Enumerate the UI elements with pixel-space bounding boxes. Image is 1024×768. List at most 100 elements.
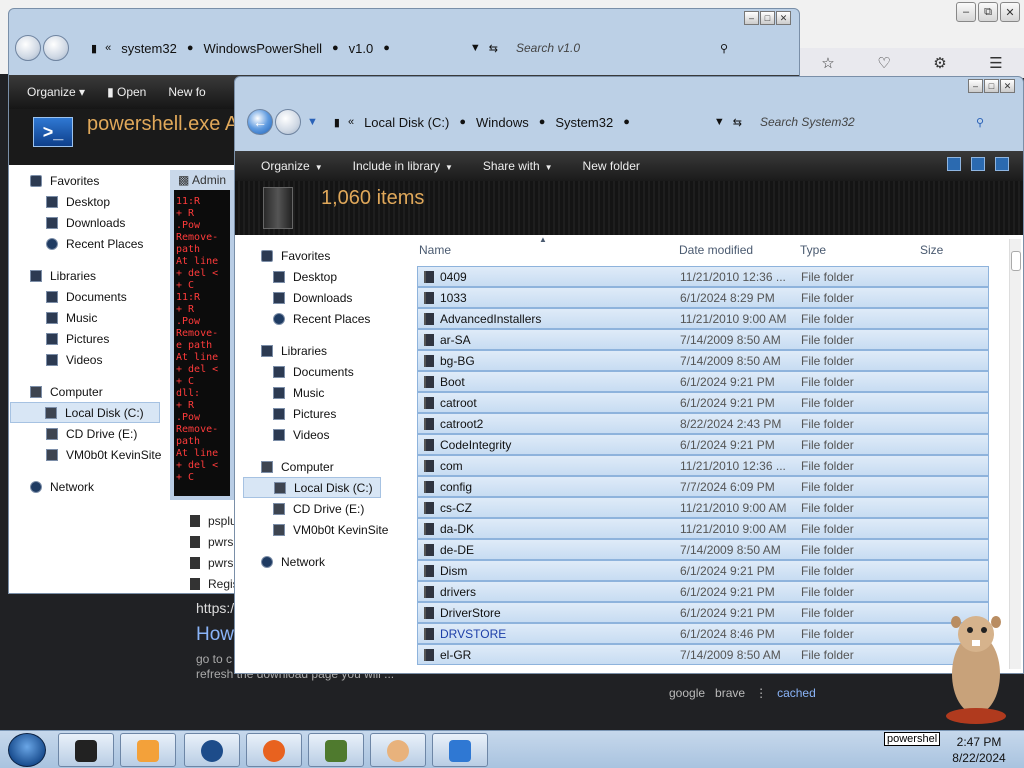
nav-downloads[interactable]: Downloads <box>18 212 161 233</box>
table-row[interactable]: catroot 6/1/2024 9:21 PM File folder <box>417 392 989 413</box>
table-row[interactable]: de-DE 7/14/2009 8:50 AM File folder <box>417 539 989 560</box>
search-result-url[interactable]: https:/ <box>196 600 234 616</box>
maximize-button[interactable]: □ <box>984 79 999 93</box>
breadcrumb-item[interactable]: Local Disk (C:) <box>364 115 449 130</box>
list-item[interactable]: psplu <box>190 510 239 531</box>
nav-music[interactable]: Music <box>18 307 161 328</box>
refresh-icon[interactable]: ⇆ <box>489 42 498 55</box>
nav-computer[interactable]: Computer <box>261 456 388 477</box>
breadcrumb-separator[interactable]: ● <box>539 116 546 128</box>
breadcrumb-item[interactable]: v1.0 <box>349 41 374 56</box>
table-row[interactable]: 0409 11/21/2010 12:36 ... File folder <box>417 266 989 287</box>
nav-music[interactable]: Music <box>261 382 388 403</box>
maximize-button[interactable]: □ <box>760 11 775 25</box>
breadcrumb-overflow[interactable]: « <box>105 42 111 54</box>
table-row[interactable]: 1033 6/1/2024 8:29 PM File folder <box>417 287 989 308</box>
menu-icon[interactable]: ☰ <box>989 54 1002 72</box>
table-row[interactable]: config 7/7/2024 6:09 PM File folder <box>417 476 989 497</box>
back-button[interactable]: ← <box>247 109 273 135</box>
breadcrumb-item[interactable]: System32 <box>555 115 613 130</box>
column-size[interactable]: Size <box>920 243 943 257</box>
forward-button[interactable] <box>43 35 69 61</box>
nav-pictures[interactable]: Pictures <box>261 403 388 424</box>
nav-downloads[interactable]: Downloads <box>261 287 388 308</box>
history-dropdown-icon[interactable]: ▼ <box>714 116 725 128</box>
taskbar-app-minecraft[interactable] <box>308 733 364 767</box>
nav-favorites[interactable]: Favorites <box>261 245 388 266</box>
table-row[interactable]: cs-CZ 11/21/2010 9:00 AM File folder <box>417 497 989 518</box>
nav-cd-drive[interactable]: CD Drive (E:) <box>18 423 161 444</box>
list-item[interactable]: pwrs <box>190 531 239 552</box>
nav-computer[interactable]: Computer <box>18 381 161 402</box>
back-button[interactable] <box>15 35 41 61</box>
breadcrumb-separator[interactable]: ● <box>623 116 630 128</box>
table-row[interactable]: DriverStore 6/1/2024 9:21 PM File folder <box>417 602 989 623</box>
new-folder-button[interactable]: New fo <box>168 85 205 99</box>
nav-recent-places[interactable]: Recent Places <box>261 308 388 329</box>
taskbar-app-powershell[interactable] <box>432 733 488 767</box>
nav-desktop[interactable]: Desktop <box>261 266 388 287</box>
search-icon[interactable]: ⚲ <box>976 116 984 129</box>
nav-network-share[interactable]: VM0b0t KevinSite <box>261 519 388 540</box>
nav-libraries[interactable]: Libraries <box>18 265 161 286</box>
table-row[interactable]: drivers 6/1/2024 9:21 PM File folder <box>417 581 989 602</box>
table-row[interactable]: Dism 6/1/2024 9:21 PM File folder <box>417 560 989 581</box>
help-icon[interactable] <box>995 157 1009 171</box>
minimize-button[interactable]: – <box>956 2 976 22</box>
brave-link[interactable]: brave <box>715 686 745 700</box>
breadcrumb-item[interactable]: WindowsPowerShell <box>203 41 322 56</box>
taskbar-app-user[interactable] <box>370 733 426 767</box>
scrollbar-thumb[interactable] <box>1011 251 1021 271</box>
list-item[interactable]: Regis <box>190 573 239 594</box>
nav-cd-drive[interactable]: CD Drive (E:) <box>261 498 388 519</box>
nav-documents[interactable]: Documents <box>18 286 161 307</box>
nav-network[interactable]: Network <box>261 551 388 572</box>
cached-link[interactable]: cached <box>777 686 816 700</box>
taskbar-app-media[interactable] <box>120 733 176 767</box>
nav-local-disk[interactable]: Local Disk (C:) <box>243 477 381 498</box>
nav-local-disk[interactable]: Local Disk (C:) <box>10 402 160 423</box>
breadcrumb-separator[interactable]: ● <box>383 42 390 54</box>
table-row[interactable]: el-GR 7/14/2009 8:50 AM File folder <box>417 644 989 665</box>
table-row[interactable]: bg-BG 7/14/2009 8:50 AM File folder <box>417 350 989 371</box>
taskbar-app-globe[interactable] <box>184 733 240 767</box>
nav-network-share[interactable]: VM0b0t KevinSite <box>18 444 161 465</box>
search-icon[interactable]: ⚲ <box>720 42 728 55</box>
nav-recent-places[interactable]: Recent Places <box>18 233 161 254</box>
table-row[interactable]: DRVSTORE 6/1/2024 8:46 PM File folder <box>417 623 989 644</box>
breadcrumb-separator[interactable]: ● <box>332 42 339 54</box>
table-row[interactable]: Boot 6/1/2024 9:21 PM File folder <box>417 371 989 392</box>
close-button[interactable]: ✕ <box>776 11 791 25</box>
breadcrumb-separator[interactable]: ● <box>187 42 194 54</box>
forward-button[interactable] <box>275 109 301 135</box>
extensions-icon[interactable]: ⚙ <box>933 54 946 72</box>
search-result-title[interactable]: How <box>196 624 234 646</box>
search-input[interactable]: Search v1.0 <box>516 41 716 55</box>
close-button[interactable]: ✕ <box>1000 79 1015 93</box>
history-dropdown-icon[interactable]: ▼ <box>470 42 481 54</box>
share-with-button[interactable]: Share with ▼ <box>483 159 553 173</box>
column-type[interactable]: Type <box>800 243 826 257</box>
search-input[interactable]: Search System32 <box>760 115 972 129</box>
open-button[interactable]: ▮ Open <box>107 85 146 99</box>
taskbar-app-firefox[interactable] <box>246 733 302 767</box>
table-row[interactable]: catroot2 8/22/2024 2:43 PM File folder <box>417 413 989 434</box>
minimize-button[interactable]: – <box>744 11 759 25</box>
organize-button[interactable]: Organize ▼ <box>261 159 323 173</box>
table-row[interactable]: AdvancedInstallers 11/21/2010 9:00 AM File… <box>417 308 989 329</box>
nav-favorites[interactable]: Favorites <box>18 170 161 191</box>
nav-libraries[interactable]: Libraries <box>261 340 388 361</box>
minimize-button[interactable]: – <box>968 79 983 93</box>
table-row[interactable]: com 11/21/2010 12:36 ... File folder <box>417 455 989 476</box>
google-link[interactable]: google <box>669 686 705 700</box>
nav-videos[interactable]: Videos <box>18 349 161 370</box>
new-folder-button[interactable]: New folder <box>583 159 640 173</box>
start-button[interactable] <box>8 733 46 767</box>
breadcrumb-separator[interactable]: ● <box>459 116 466 128</box>
refresh-icon[interactable]: ⇆ <box>733 116 742 129</box>
breadcrumb-item[interactable]: Windows <box>476 115 529 130</box>
list-item[interactable]: pwrs <box>190 552 239 573</box>
table-row[interactable]: CodeIntegrity 6/1/2024 9:21 PM File folder <box>417 434 989 455</box>
breadcrumb-item[interactable]: system32 <box>121 41 177 56</box>
nav-pictures[interactable]: Pictures <box>18 328 161 349</box>
